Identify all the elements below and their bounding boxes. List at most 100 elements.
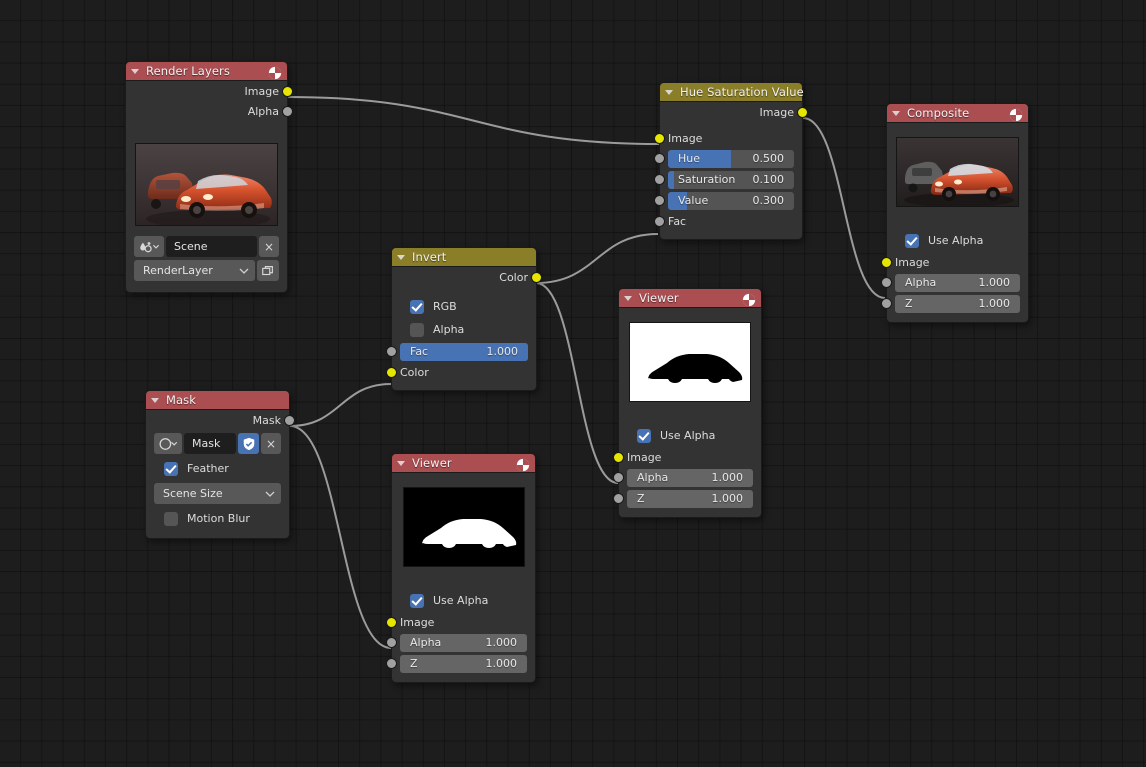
collapse-triangle-icon[interactable] xyxy=(624,296,632,301)
alpha-value-row[interactable]: Alpha 1.000 xyxy=(619,467,761,488)
use-alpha-checkbox[interactable] xyxy=(637,429,651,443)
fac-slider-row[interactable]: Fac 1.000 xyxy=(392,341,536,362)
socket-z-in[interactable] xyxy=(613,493,624,504)
socket-z-in[interactable] xyxy=(386,658,397,669)
socket-z-in[interactable] xyxy=(881,298,892,309)
socket-fac-in[interactable] xyxy=(654,216,665,227)
render-layer-dropdown[interactable]: RenderLayer xyxy=(134,260,255,281)
value-slider-row[interactable]: Value 0.300 xyxy=(660,190,802,211)
node-header-composite[interactable]: Composite xyxy=(887,104,1028,123)
z-value-field[interactable]: Z 1.000 xyxy=(895,295,1020,313)
value-slider[interactable]: Value 0.300 xyxy=(668,192,794,210)
node-editor-canvas[interactable]: Render Layers Image Alpha xyxy=(0,0,1146,767)
input-row-color[interactable]: Color xyxy=(392,362,536,382)
render-layer-selector-row[interactable]: RenderLayer xyxy=(134,260,279,281)
node-viewer-top[interactable]: Viewer Use Alpha Image xyxy=(618,288,762,518)
output-row-mask[interactable]: Mask xyxy=(146,410,289,430)
input-row-image[interactable]: Image xyxy=(887,252,1028,272)
mask-name-field[interactable]: Mask xyxy=(184,433,236,454)
socket-color-in[interactable] xyxy=(386,367,397,378)
hue-slider[interactable]: Hue 0.500 xyxy=(668,150,794,168)
z-value-row[interactable]: Z 1.000 xyxy=(887,293,1028,314)
output-row-alpha[interactable]: Alpha xyxy=(126,101,287,121)
rgb-checkbox-row[interactable]: RGB xyxy=(392,295,536,318)
node-header-render-layers[interactable]: Render Layers xyxy=(126,62,287,81)
use-alpha-row[interactable]: Use Alpha xyxy=(392,589,535,612)
node-header-hsv[interactable]: Hue Saturation Value xyxy=(660,83,802,102)
collapse-triangle-icon[interactable] xyxy=(151,398,159,403)
hue-slider-row[interactable]: Hue 0.500 xyxy=(660,148,802,169)
alpha-value-field[interactable]: Alpha 1.000 xyxy=(895,274,1020,292)
rgb-checkbox[interactable] xyxy=(410,300,424,314)
socket-alpha-in[interactable] xyxy=(386,637,397,648)
alpha-value-row[interactable]: Alpha 1.000 xyxy=(392,632,535,653)
node-hue-saturation-value[interactable]: Hue Saturation Value Image Image Hue 0.5… xyxy=(659,82,803,240)
scene-clear-button[interactable]: × xyxy=(259,236,279,257)
feather-checkbox-row[interactable]: Feather xyxy=(146,457,289,480)
output-row-color[interactable]: Color xyxy=(392,267,536,287)
collapse-triangle-icon[interactable] xyxy=(131,69,139,74)
collapse-triangle-icon[interactable] xyxy=(665,90,673,95)
use-alpha-row[interactable]: Use Alpha xyxy=(887,229,1028,252)
node-render-layers[interactable]: Render Layers Image Alpha xyxy=(125,61,288,293)
socket-image-in[interactable] xyxy=(613,452,624,463)
socket-value-in[interactable] xyxy=(654,195,665,206)
node-header-viewer[interactable]: Viewer xyxy=(619,289,761,308)
alpha-checkbox-row[interactable]: Alpha xyxy=(392,318,536,341)
socket-image-in[interactable] xyxy=(881,257,892,268)
scene-selector-row[interactable]: Scene × xyxy=(134,236,279,257)
socket-image-in[interactable] xyxy=(654,133,665,144)
z-value-row[interactable]: Z 1.000 xyxy=(619,488,761,509)
node-header-viewer[interactable]: Viewer xyxy=(392,454,535,473)
socket-image-out[interactable] xyxy=(797,107,808,118)
output-row-image[interactable]: Image xyxy=(126,81,287,101)
mask-size-dropdown[interactable]: Scene Size xyxy=(154,483,281,504)
render-layer-icon[interactable] xyxy=(257,260,279,281)
collapse-triangle-icon[interactable] xyxy=(397,255,405,260)
socket-image-out[interactable] xyxy=(282,86,293,97)
input-row-image[interactable]: Image xyxy=(392,612,535,632)
socket-alpha-in[interactable] xyxy=(613,472,624,483)
motion-blur-checkbox-row[interactable]: Motion Blur xyxy=(146,507,289,530)
collapse-triangle-icon[interactable] xyxy=(892,111,900,116)
mask-size-row[interactable]: Scene Size xyxy=(154,483,281,504)
alpha-value-row[interactable]: Alpha 1.000 xyxy=(887,272,1028,293)
motion-blur-checkbox[interactable] xyxy=(164,512,178,526)
input-row-image[interactable]: Image xyxy=(660,128,802,148)
socket-alpha-out[interactable] xyxy=(282,106,293,117)
socket-color-out[interactable] xyxy=(531,272,542,283)
socket-saturation-in[interactable] xyxy=(654,174,665,185)
node-composite[interactable]: Composite xyxy=(886,103,1029,323)
node-invert[interactable]: Invert Color RGB Alpha Fac 1.000 xyxy=(391,247,537,391)
input-row-fac[interactable]: Fac xyxy=(660,211,802,231)
mask-icon[interactable] xyxy=(154,433,182,454)
node-header-mask[interactable]: Mask xyxy=(146,391,289,410)
use-alpha-checkbox[interactable] xyxy=(905,234,919,248)
socket-fac-in[interactable] xyxy=(386,346,397,357)
output-row-image[interactable]: Image xyxy=(660,102,802,122)
feather-checkbox[interactable] xyxy=(164,462,178,476)
z-value-row[interactable]: Z 1.000 xyxy=(392,653,535,674)
socket-image-in[interactable] xyxy=(386,617,397,628)
collapse-triangle-icon[interactable] xyxy=(397,461,405,466)
mask-selector-row[interactable]: Mask × xyxy=(154,433,281,454)
saturation-slider-row[interactable]: Saturation 0.100 xyxy=(660,169,802,190)
fake-user-shield-icon[interactable] xyxy=(238,433,259,454)
scene-name-field[interactable]: Scene xyxy=(166,236,257,257)
z-value-field[interactable]: Z 1.000 xyxy=(400,655,527,673)
alpha-checkbox[interactable] xyxy=(410,323,424,337)
socket-alpha-in[interactable] xyxy=(881,277,892,288)
input-row-image[interactable]: Image xyxy=(619,447,761,467)
z-value-field[interactable]: Z 1.000 xyxy=(627,490,753,508)
socket-hue-in[interactable] xyxy=(654,153,665,164)
scene-icon[interactable] xyxy=(134,236,164,257)
alpha-value-field[interactable]: Alpha 1.000 xyxy=(400,634,527,652)
node-mask[interactable]: Mask Mask Mask × xyxy=(145,390,290,539)
use-alpha-row[interactable]: Use Alpha xyxy=(619,424,761,447)
socket-mask-out[interactable] xyxy=(284,415,295,426)
alpha-value-field[interactable]: Alpha 1.000 xyxy=(627,469,753,487)
node-header-invert[interactable]: Invert xyxy=(392,248,536,267)
fac-slider[interactable]: Fac 1.000 xyxy=(400,343,528,361)
use-alpha-checkbox[interactable] xyxy=(410,594,424,608)
saturation-slider[interactable]: Saturation 0.100 xyxy=(668,171,794,189)
